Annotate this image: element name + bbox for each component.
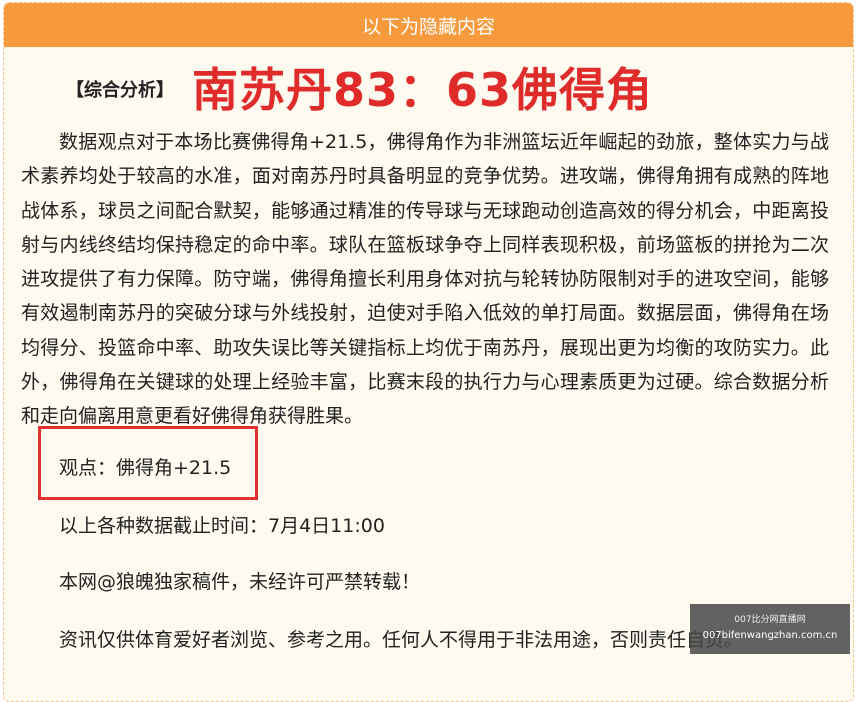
watermark-site-name: 007比分网直播网 (734, 615, 806, 625)
analysis-paragraph: 数据观点对于本场比赛佛得角+21.5，佛得角作为非洲篮坛近年崛起的劲旅，整体实力… (21, 131, 829, 428)
match-score-title: 南苏丹83：63佛得角 (192, 63, 654, 117)
viewpoint-text: 观点：佛得角+21.5 (59, 457, 232, 479)
data-deadline-text: 以上各种数据截止时间：7月4日11:00 (59, 515, 385, 537)
copyright-notice: 本网@狼魄独家稿件，未经许可严禁转载！ (59, 571, 421, 593)
disclaimer-text: 资讯仅供体育爱好者浏览、参考之用。任何人不得用于非法用途，否则责任自负。 (59, 629, 744, 651)
hidden-content-header-label: 以下为隐藏内容 (361, 15, 495, 38)
hidden-content-header: 以下为隐藏内容 (4, 3, 853, 47)
section-label: 【综合分析】 (66, 80, 174, 101)
watermark-url: 007bifenwangzhan.com.cn (702, 630, 838, 641)
site-watermark: 007比分网直播网 007bifenwangzhan.com.cn (690, 604, 850, 654)
analysis-headline: 【综合分析】 南苏丹83：63佛得角 (0, 52, 860, 120)
